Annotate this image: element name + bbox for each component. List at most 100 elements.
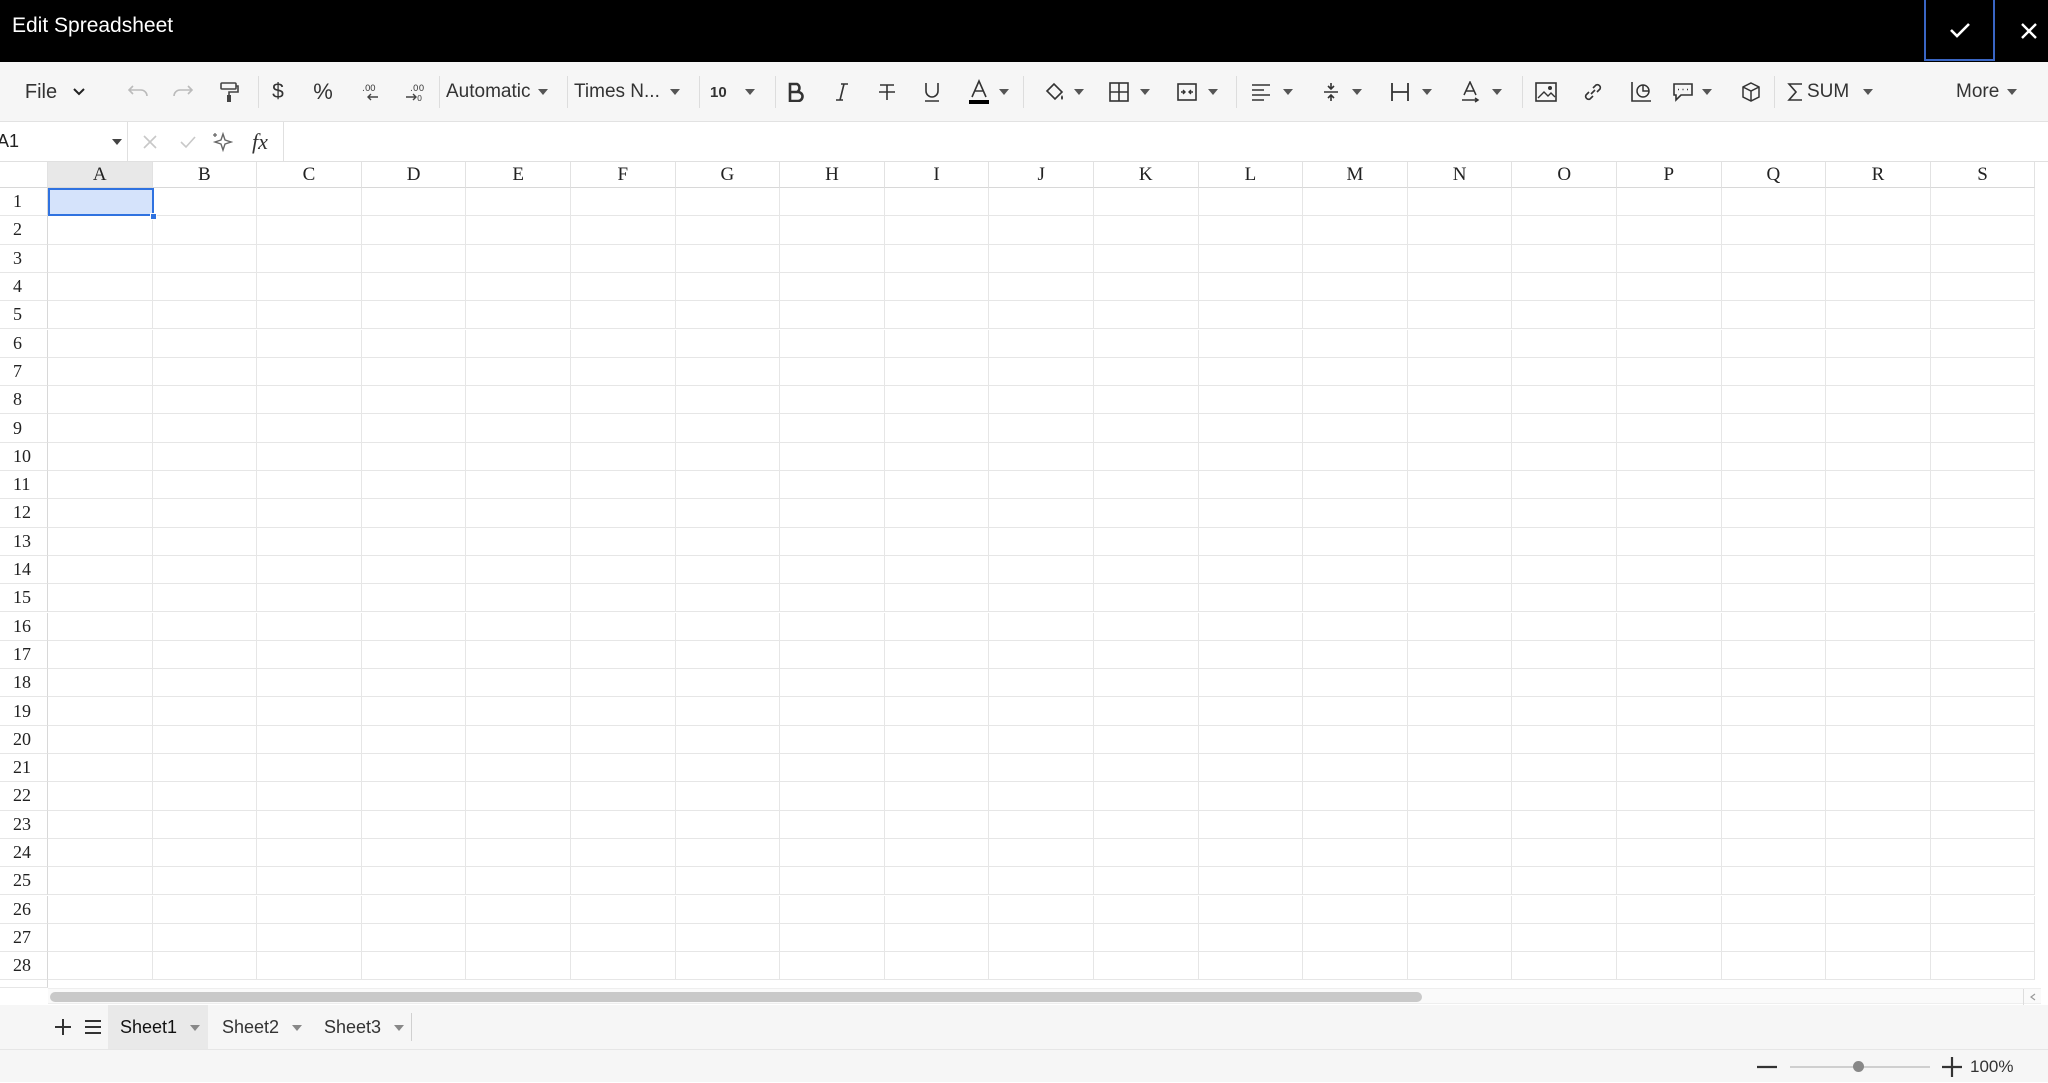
grid-cell[interactable] [1930, 697, 2036, 726]
grid-cell[interactable] [1930, 301, 2036, 330]
grid-cell[interactable] [571, 838, 676, 868]
grid-cell[interactable] [1303, 923, 1408, 953]
grid-cell[interactable] [1303, 612, 1408, 641]
grid-cell[interactable] [1617, 669, 1722, 698]
grid-cell[interactable] [1512, 640, 1617, 670]
grid-cell[interactable] [1094, 584, 1199, 613]
grid-cell[interactable] [675, 216, 781, 245]
grid-cell[interactable] [884, 810, 990, 839]
sheet-tab-3[interactable]: Sheet3 [312, 1005, 412, 1049]
grid-cell[interactable] [1094, 357, 1199, 387]
grid-cell[interactable] [571, 471, 676, 500]
grid-cell[interactable] [1721, 923, 1827, 953]
grid-cell[interactable] [1407, 584, 1513, 613]
grid-cell[interactable] [1826, 584, 1931, 613]
grid-cell[interactable] [257, 952, 362, 981]
grid-cell[interactable] [257, 357, 362, 387]
text-color-button[interactable] [968, 62, 1012, 122]
grid-cell[interactable] [1617, 527, 1722, 556]
grid-cell[interactable] [571, 216, 676, 245]
grid-cell[interactable] [257, 499, 362, 528]
grid-cell[interactable] [884, 555, 990, 585]
merge-cells-button[interactable] [1177, 62, 1229, 122]
grid-cell[interactable] [152, 867, 258, 896]
grid-cell[interactable] [361, 584, 467, 613]
grid-cell[interactable] [1303, 188, 1408, 217]
grid-cell[interactable] [1512, 782, 1617, 811]
increase-decimal-button[interactable]: .00 0 [400, 62, 430, 122]
grid-cell[interactable] [1407, 357, 1513, 387]
grid-cell[interactable] [780, 471, 885, 500]
grid-cell[interactable] [1721, 697, 1827, 726]
grid-cell[interactable] [884, 669, 990, 698]
zoom-slider-handle[interactable] [1853, 1061, 1864, 1072]
grid-cell[interactable] [1930, 640, 2036, 670]
grid-cell[interactable] [152, 188, 258, 217]
grid-cell[interactable] [1930, 952, 2036, 981]
grid-cell[interactable] [361, 782, 467, 811]
grid-cell[interactable] [152, 584, 258, 613]
grid-cell[interactable] [361, 838, 467, 868]
grid-cell[interactable] [1094, 640, 1199, 670]
grid-cell[interactable] [48, 895, 153, 924]
grid-cell[interactable] [675, 923, 781, 953]
grid-cell[interactable] [989, 838, 1094, 868]
grid-cell[interactable] [675, 810, 781, 839]
row-header[interactable]: 7 [0, 357, 48, 387]
grid-cell[interactable] [1512, 867, 1617, 896]
grid-cell[interactable] [48, 725, 153, 754]
grid-cell[interactable] [1512, 301, 1617, 330]
grid-cell[interactable] [1721, 471, 1827, 500]
grid-cell[interactable] [1407, 782, 1513, 811]
grid-cell[interactable] [1198, 838, 1304, 868]
grid-cell[interactable] [1198, 555, 1304, 585]
grid-cell[interactable] [675, 414, 781, 443]
grid-cell[interactable] [1512, 386, 1617, 415]
grid-cell[interactable] [571, 952, 676, 981]
grid-cell[interactable] [1303, 329, 1408, 358]
grid-cell[interactable] [1094, 782, 1199, 811]
row-header[interactable]: 8 [0, 386, 48, 415]
grid-cell[interactable] [780, 867, 885, 896]
column-header[interactable]: G [675, 162, 781, 188]
grid-cell[interactable] [1407, 923, 1513, 953]
grid-cell[interactable] [1198, 272, 1304, 302]
grid-cell[interactable] [1721, 357, 1827, 387]
grid-cell[interactable] [675, 838, 781, 868]
grid-cell[interactable] [48, 272, 153, 302]
grid-cell[interactable] [884, 725, 990, 754]
grid-cell[interactable] [884, 301, 990, 330]
grid-cell[interactable] [1407, 272, 1513, 302]
grid-cell[interactable] [1930, 754, 2036, 783]
grid-cell[interactable] [48, 244, 153, 273]
grid-cell[interactable] [1826, 669, 1931, 698]
grid-cell[interactable] [1094, 301, 1199, 330]
grid-cell[interactable] [1617, 555, 1722, 585]
grid-cell[interactable] [1303, 895, 1408, 924]
grid-cell[interactable] [571, 754, 676, 783]
grid-cell[interactable] [1303, 442, 1408, 471]
grid-cell[interactable] [1198, 527, 1304, 556]
grid-cell[interactable] [257, 471, 362, 500]
grid-cell[interactable] [1094, 216, 1199, 245]
column-header[interactable]: F [571, 162, 676, 188]
sheet-tab-2[interactable]: Sheet2 [210, 1005, 310, 1049]
grid-cell[interactable] [1512, 471, 1617, 500]
grid-cell[interactable] [1826, 640, 1931, 670]
column-header[interactable]: M [1303, 162, 1408, 188]
grid-cell[interactable] [780, 188, 885, 217]
grid-cell[interactable] [780, 952, 885, 981]
grid-cell[interactable] [1198, 188, 1304, 217]
grid-cell[interactable] [1407, 555, 1513, 585]
grid-cell[interactable] [884, 612, 990, 641]
grid-cell[interactable] [989, 499, 1094, 528]
close-button[interactable] [2010, 0, 2048, 62]
percent-button[interactable]: % [308, 62, 338, 122]
underline-button[interactable] [918, 62, 946, 122]
grid-cell[interactable] [48, 555, 153, 585]
grid-cell[interactable] [1303, 216, 1408, 245]
grid-cell[interactable] [884, 697, 990, 726]
grid-cell[interactable] [1512, 244, 1617, 273]
grid-cell[interactable] [571, 414, 676, 443]
grid-cell[interactable] [571, 442, 676, 471]
